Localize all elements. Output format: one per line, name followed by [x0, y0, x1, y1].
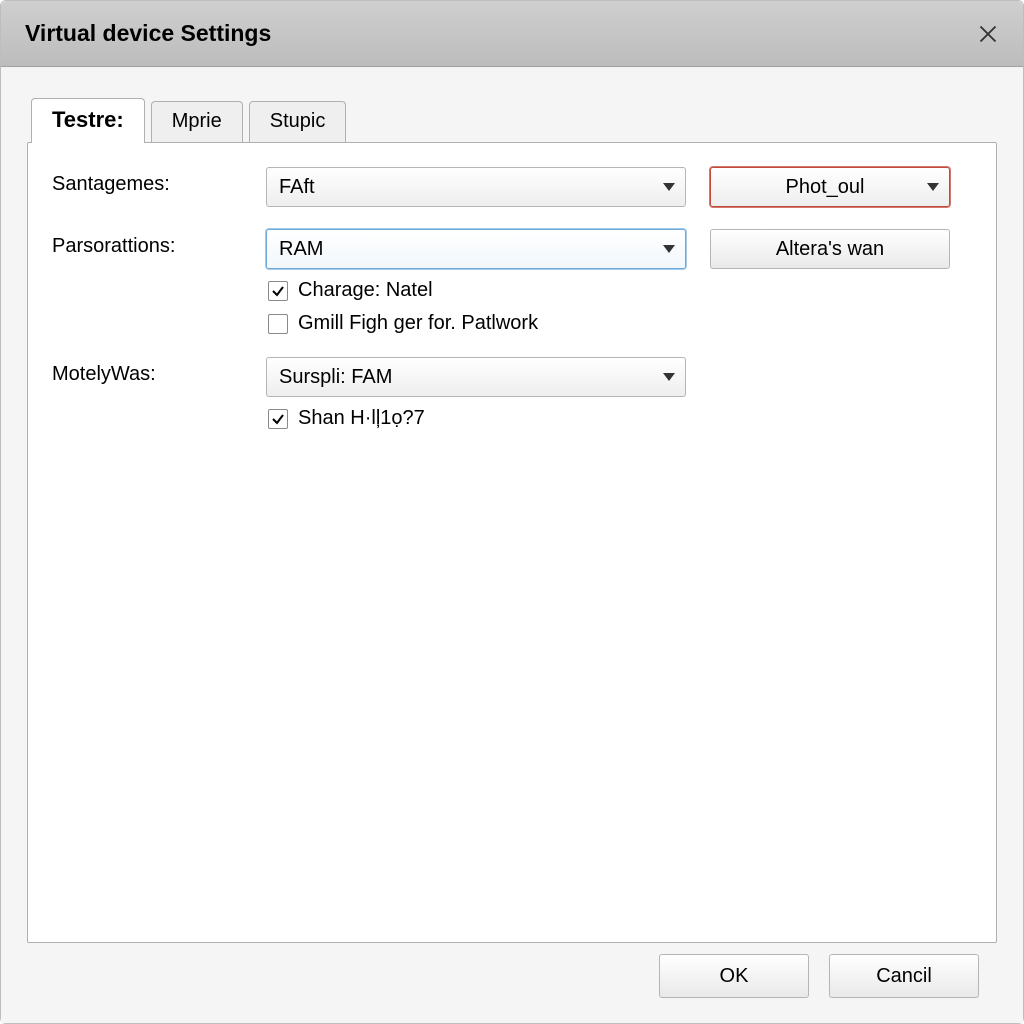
window-title: Virtual device Settings	[25, 20, 271, 47]
check-gmill[interactable]: Gmill Figh ger for. Patlwork	[266, 312, 686, 335]
chevron-down-icon	[663, 245, 675, 253]
parsorattions-combo[interactable]: RAM	[266, 229, 686, 269]
tab-panel: Santagemes: FAft Phot_oul Parsorattions:…	[27, 142, 997, 943]
check-label: Charage: Natel	[298, 279, 433, 302]
cancel-button[interactable]: Cancil	[829, 954, 979, 998]
row-motelywas: MotelyWas: Surspli: FAM Shan H·lļ1ọ?7	[52, 357, 972, 430]
check-charage[interactable]: Charage: Natel	[266, 279, 686, 302]
button-label: OK	[720, 965, 749, 988]
tab-label: Mprie	[172, 110, 222, 132]
checkbox-icon	[268, 409, 288, 429]
alteras-button[interactable]: Altera's wan	[710, 229, 950, 269]
dialog-footer: OK Cancil	[27, 943, 997, 1009]
close-button[interactable]	[973, 19, 1003, 49]
check-label: Gmill Figh ger for. Patlwork	[298, 312, 538, 335]
tab-stupic[interactable]: Stupic	[249, 101, 347, 143]
combo-value: RAM	[279, 238, 323, 261]
combo-value: Phot_oul	[723, 176, 927, 199]
tab-label: Stupic	[270, 110, 326, 132]
photoul-combo[interactable]: Phot_oul	[710, 167, 950, 207]
check-label: Shan H·lļ1ọ?7	[298, 407, 425, 430]
dialog-window: Virtual device Settings Testre: Mprie St…	[0, 0, 1024, 1024]
tab-label: Testre:	[52, 107, 124, 132]
button-label: Altera's wan	[776, 238, 884, 261]
chevron-down-icon	[927, 183, 939, 191]
motelywas-combo[interactable]: Surspli: FAM	[266, 357, 686, 397]
client-area: Testre: Mprie Stupic Santagemes: FAft Ph…	[1, 67, 1023, 1023]
santagemes-label: Santagemes:	[52, 167, 242, 196]
combo-value: Surspli: FAM	[279, 366, 392, 389]
checkbox-icon	[268, 281, 288, 301]
row-parsorattions: Parsorattions: RAM Charage: Natel Gmill …	[52, 229, 972, 335]
parsorattions-label: Parsorattions:	[52, 229, 242, 258]
button-label: Cancil	[876, 965, 932, 988]
santagemes-combo[interactable]: FAft	[266, 167, 686, 207]
tab-mprie[interactable]: Mprie	[151, 101, 243, 143]
close-icon	[978, 24, 998, 44]
ok-button[interactable]: OK	[659, 954, 809, 998]
chevron-down-icon	[663, 183, 675, 191]
chevron-down-icon	[663, 373, 675, 381]
tab-testre[interactable]: Testre:	[31, 98, 145, 143]
tabstrip: Testre: Mprie Stupic	[31, 97, 997, 142]
checkbox-icon	[268, 314, 288, 334]
row-santagemes: Santagemes: FAft Phot_oul	[52, 167, 972, 207]
motelywas-label: MotelyWas:	[52, 357, 242, 386]
check-shan[interactable]: Shan H·lļ1ọ?7	[266, 407, 686, 430]
title-bar: Virtual device Settings	[1, 1, 1023, 67]
combo-value: FAft	[279, 176, 315, 199]
